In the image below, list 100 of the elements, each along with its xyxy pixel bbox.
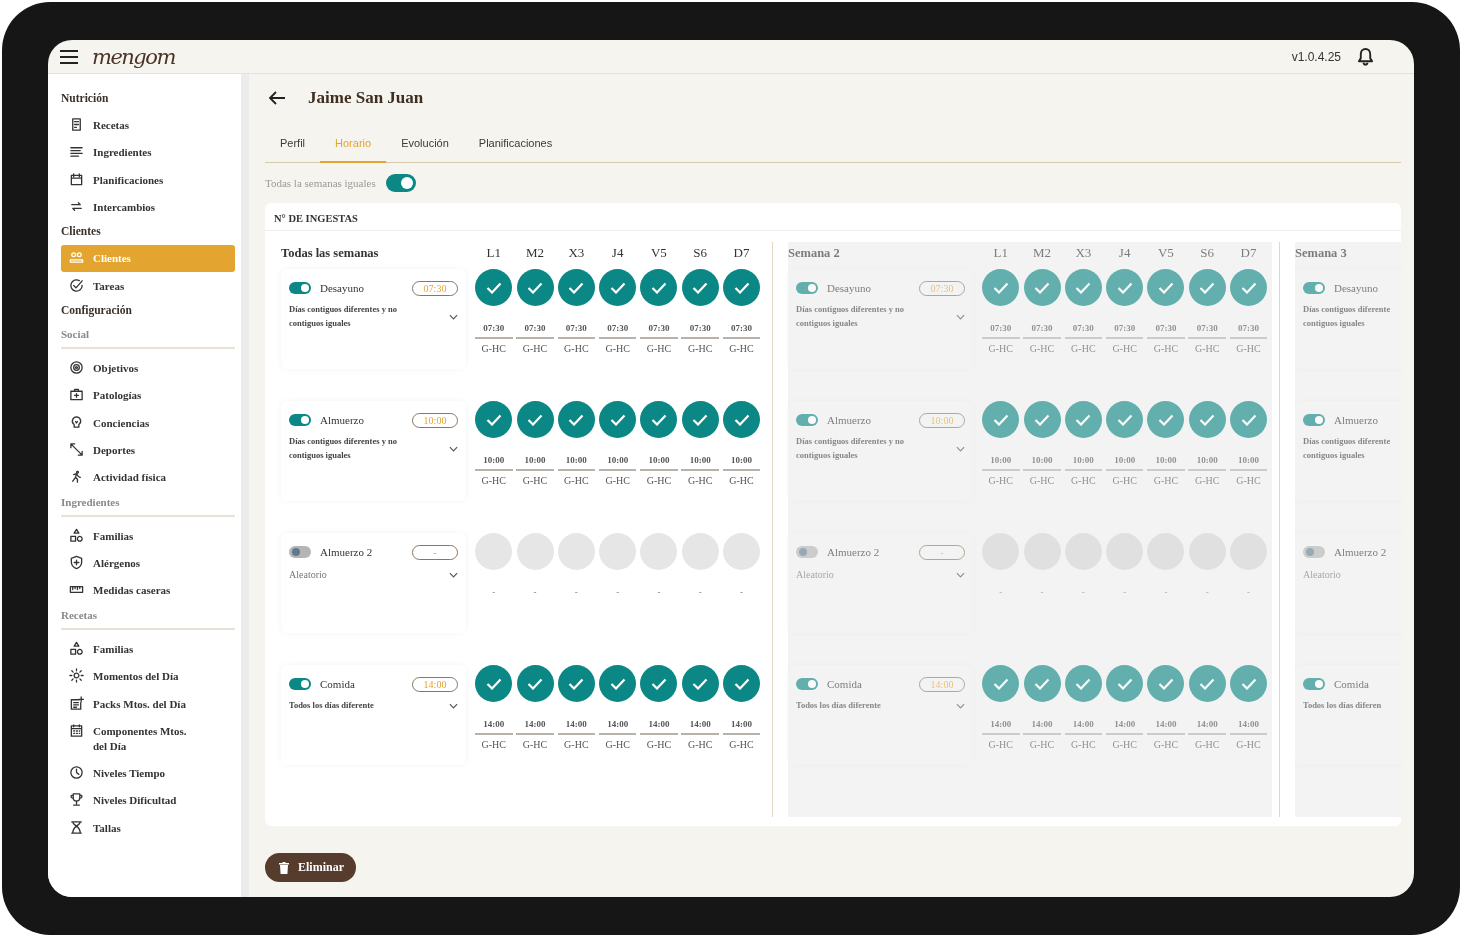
tab[interactable]: Evolución xyxy=(386,131,464,163)
toggle-switch[interactable] xyxy=(289,678,311,690)
meal-name: Comida xyxy=(1334,678,1370,690)
day-checkbox[interactable] xyxy=(599,533,637,570)
day-checkbox[interactable] xyxy=(681,269,719,306)
check-icon xyxy=(568,413,585,426)
sidebar-item[interactable]: Conciencias xyxy=(61,409,235,437)
meal-name: Desayuno xyxy=(827,282,872,294)
day-checkbox[interactable] xyxy=(640,533,678,570)
day-time: - xyxy=(998,587,1004,599)
meal-name: Desayuno xyxy=(320,282,365,294)
group-label: G-HC xyxy=(1153,475,1179,486)
day-time: 07:30 xyxy=(475,323,513,339)
day-time: 10:00 xyxy=(1105,455,1144,471)
day-checkbox[interactable] xyxy=(475,665,513,702)
sidebar-item[interactable]: Alérgenos xyxy=(61,550,235,577)
day-checkbox[interactable] xyxy=(516,665,554,702)
day-checkbox[interactable] xyxy=(723,401,761,438)
sidebar-heading: Configuración xyxy=(61,304,133,317)
toggle-switch[interactable] xyxy=(289,546,311,558)
day-checkbox[interactable] xyxy=(516,401,554,438)
tab[interactable]: Perfil xyxy=(265,131,321,163)
meal-name: Almuerzo 2 xyxy=(320,546,374,558)
delete-button[interactable]: Eliminar xyxy=(265,853,356,882)
chevron-down-icon xyxy=(956,445,965,452)
group-label: G-HC xyxy=(688,343,713,354)
group-label: G-HC xyxy=(988,343,1013,354)
check-icon xyxy=(1075,413,1092,426)
group-label: G-HC xyxy=(605,739,630,750)
check-icon xyxy=(1157,677,1174,690)
day-checkbox[interactable] xyxy=(681,401,719,438)
mode-select[interactable]: Aleatorio xyxy=(289,567,458,583)
day-checkbox[interactable] xyxy=(681,665,719,702)
back-arrow-icon[interactable] xyxy=(268,90,286,106)
sidebar-item[interactable]: Componentes Mtos. del Día xyxy=(61,717,235,760)
day-time: 14:00 xyxy=(475,719,513,735)
toggle-switch[interactable] xyxy=(289,282,311,294)
meal-name: Desayuno xyxy=(1334,282,1379,294)
sidebar-item[interactable]: Recetas xyxy=(61,112,235,139)
sidebar-item[interactable]: Niveles Tiempo xyxy=(61,760,235,787)
sidebar-item[interactable]: Deportes xyxy=(61,437,235,464)
sidebar-item[interactable]: Medidas caseras xyxy=(61,577,235,605)
mode-select[interactable]: Todos los días diferente xyxy=(289,699,458,713)
sidebar-item[interactable]: Familias xyxy=(61,635,235,663)
mode-select[interactable]: Días contiguos diferentes y no contiguos iguales xyxy=(289,303,458,331)
day-checkbox[interactable] xyxy=(640,401,678,438)
day-checkbox[interactable] xyxy=(599,269,637,306)
sidebar-item[interactable]: Tareas xyxy=(61,272,235,300)
clock-icon xyxy=(69,765,84,781)
day-checkbox[interactable] xyxy=(475,401,513,438)
group-label: G-HC xyxy=(1195,475,1220,486)
sidebar-item[interactable]: Actividad física xyxy=(61,464,235,492)
day-checkbox[interactable] xyxy=(723,533,761,570)
day-label: X3 xyxy=(1074,245,1093,261)
day-checkbox[interactable] xyxy=(516,269,554,306)
day-checkbox[interactable] xyxy=(475,533,513,570)
day-time: - xyxy=(1204,587,1210,599)
day-checkbox[interactable] xyxy=(599,665,637,702)
group-label: G-HC xyxy=(481,739,506,750)
sidebar-item[interactable]: Ingredientes xyxy=(61,139,235,167)
day-checkbox[interactable] xyxy=(681,533,719,570)
toggle-switch[interactable] xyxy=(289,414,311,426)
day-checkbox[interactable] xyxy=(557,665,595,702)
sidebar-item[interactable]: Objetivos xyxy=(61,355,235,382)
group-label: G-HC xyxy=(988,739,1013,750)
day-checkbox[interactable] xyxy=(640,269,678,306)
note-plus-icon xyxy=(69,695,84,711)
day-label: V5 xyxy=(650,245,668,261)
mode-select[interactable]: Días contiguos diferentes y no contiguos iguales xyxy=(289,435,458,463)
day-checkbox[interactable] xyxy=(557,401,595,438)
day-checkbox[interactable] xyxy=(516,533,554,570)
day-checkbox[interactable] xyxy=(557,269,595,306)
group-label: G-HC xyxy=(1071,343,1096,354)
sidebar-item[interactable]: Intercambios xyxy=(61,194,235,221)
tab[interactable]: Planificaciones xyxy=(463,131,568,163)
sidebar-item[interactable]: Packs Mtos. del Día xyxy=(61,690,235,718)
check-icon xyxy=(1116,413,1133,426)
group-label: G-HC xyxy=(1236,739,1261,750)
day-checkbox[interactable] xyxy=(723,665,761,702)
day-checkbox[interactable] xyxy=(723,269,761,306)
check-icon xyxy=(650,281,667,294)
sidebar-item[interactable]: Planificaciones xyxy=(61,166,235,194)
sidebar-item[interactable]: Patologías xyxy=(61,382,235,410)
check-icon xyxy=(485,281,502,294)
sidebar-heading: Nutrición xyxy=(61,92,110,104)
toggle-switch[interactable] xyxy=(385,174,416,192)
day-checkbox[interactable] xyxy=(475,269,513,306)
check-icon xyxy=(650,677,667,690)
sidebar-item[interactable]: Momentos del Día xyxy=(61,663,235,690)
sidebar-item[interactable]: Niveles Dificultad xyxy=(61,787,235,815)
day-time: 07:30 xyxy=(1147,323,1185,339)
day-checkbox[interactable] xyxy=(557,533,595,570)
day-checkbox[interactable] xyxy=(599,401,637,438)
menu-icon[interactable] xyxy=(60,49,78,64)
bell-icon[interactable] xyxy=(1357,47,1374,66)
chevron-down-icon xyxy=(449,572,458,578)
sidebar-item[interactable]: Tallas xyxy=(61,814,235,842)
day-label: S6 xyxy=(692,245,709,261)
day-checkbox[interactable] xyxy=(640,665,678,702)
sidebar-item[interactable]: Familias xyxy=(61,522,235,550)
